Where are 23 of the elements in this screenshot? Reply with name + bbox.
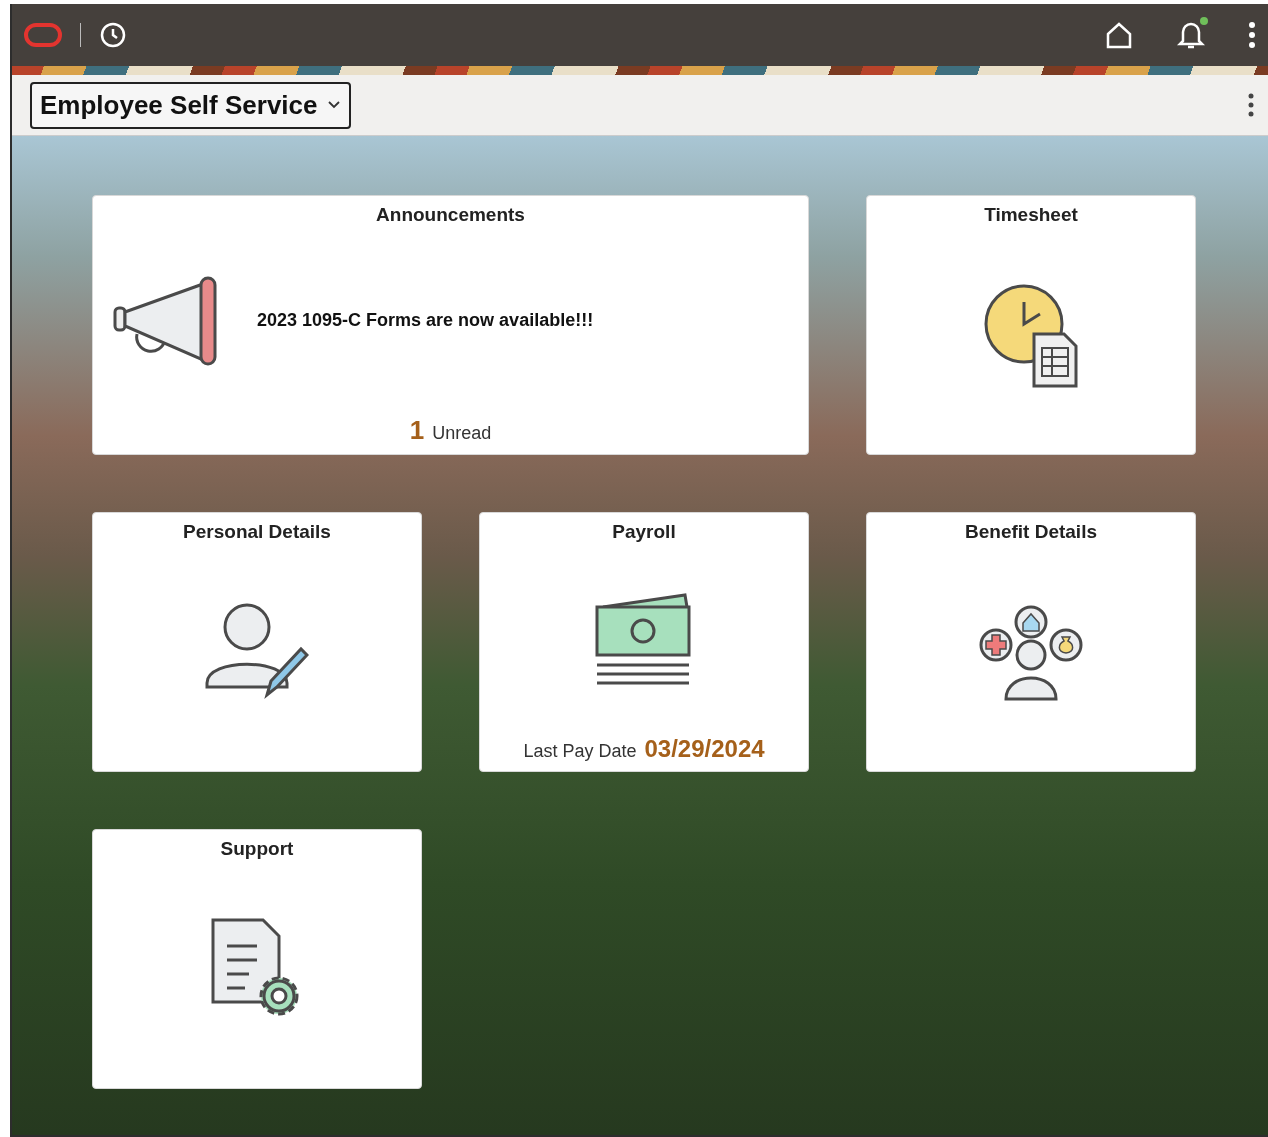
- tile[interactable]: Support: [92, 829, 422, 1089]
- chevron-down-icon: [327, 100, 342, 110]
- pay-date-value: 03/29/2024: [644, 735, 765, 763]
- tile-title: Payroll: [612, 521, 676, 543]
- homepage-selector[interactable]: Employee Self Service: [30, 81, 352, 129]
- banknote-icon: [595, 593, 693, 685]
- person-benefits-icon: [978, 605, 1084, 701]
- tile[interactable]: Announcements 2023 1095-C Forms are now available!!! 1 Unread: [92, 195, 809, 455]
- tile-title: Personal Details: [183, 521, 331, 543]
- unread-count: 1: [409, 415, 425, 446]
- tile-title: Timesheet: [984, 204, 1078, 226]
- tile-title: Announcements: [376, 204, 525, 226]
- tile[interactable]: Timesheet: [866, 195, 1196, 455]
- tile-title: Support: [220, 838, 294, 860]
- tile[interactable]: Payroll Last Pay Date 03/29/2024: [479, 512, 809, 772]
- tile[interactable]: Personal Details: [92, 512, 422, 772]
- pay-date-label: Last Pay Date: [523, 741, 637, 762]
- unread-label: Unread: [432, 423, 492, 444]
- tile-title: Benefit Details: [965, 521, 1097, 543]
- clock-document-icon: [984, 284, 1078, 388]
- megaphone-icon: [113, 275, 217, 366]
- tile[interactable]: Benefit Details: [866, 512, 1196, 772]
- announcement-text: 2023 1095-C Forms are now available!!!: [257, 310, 594, 331]
